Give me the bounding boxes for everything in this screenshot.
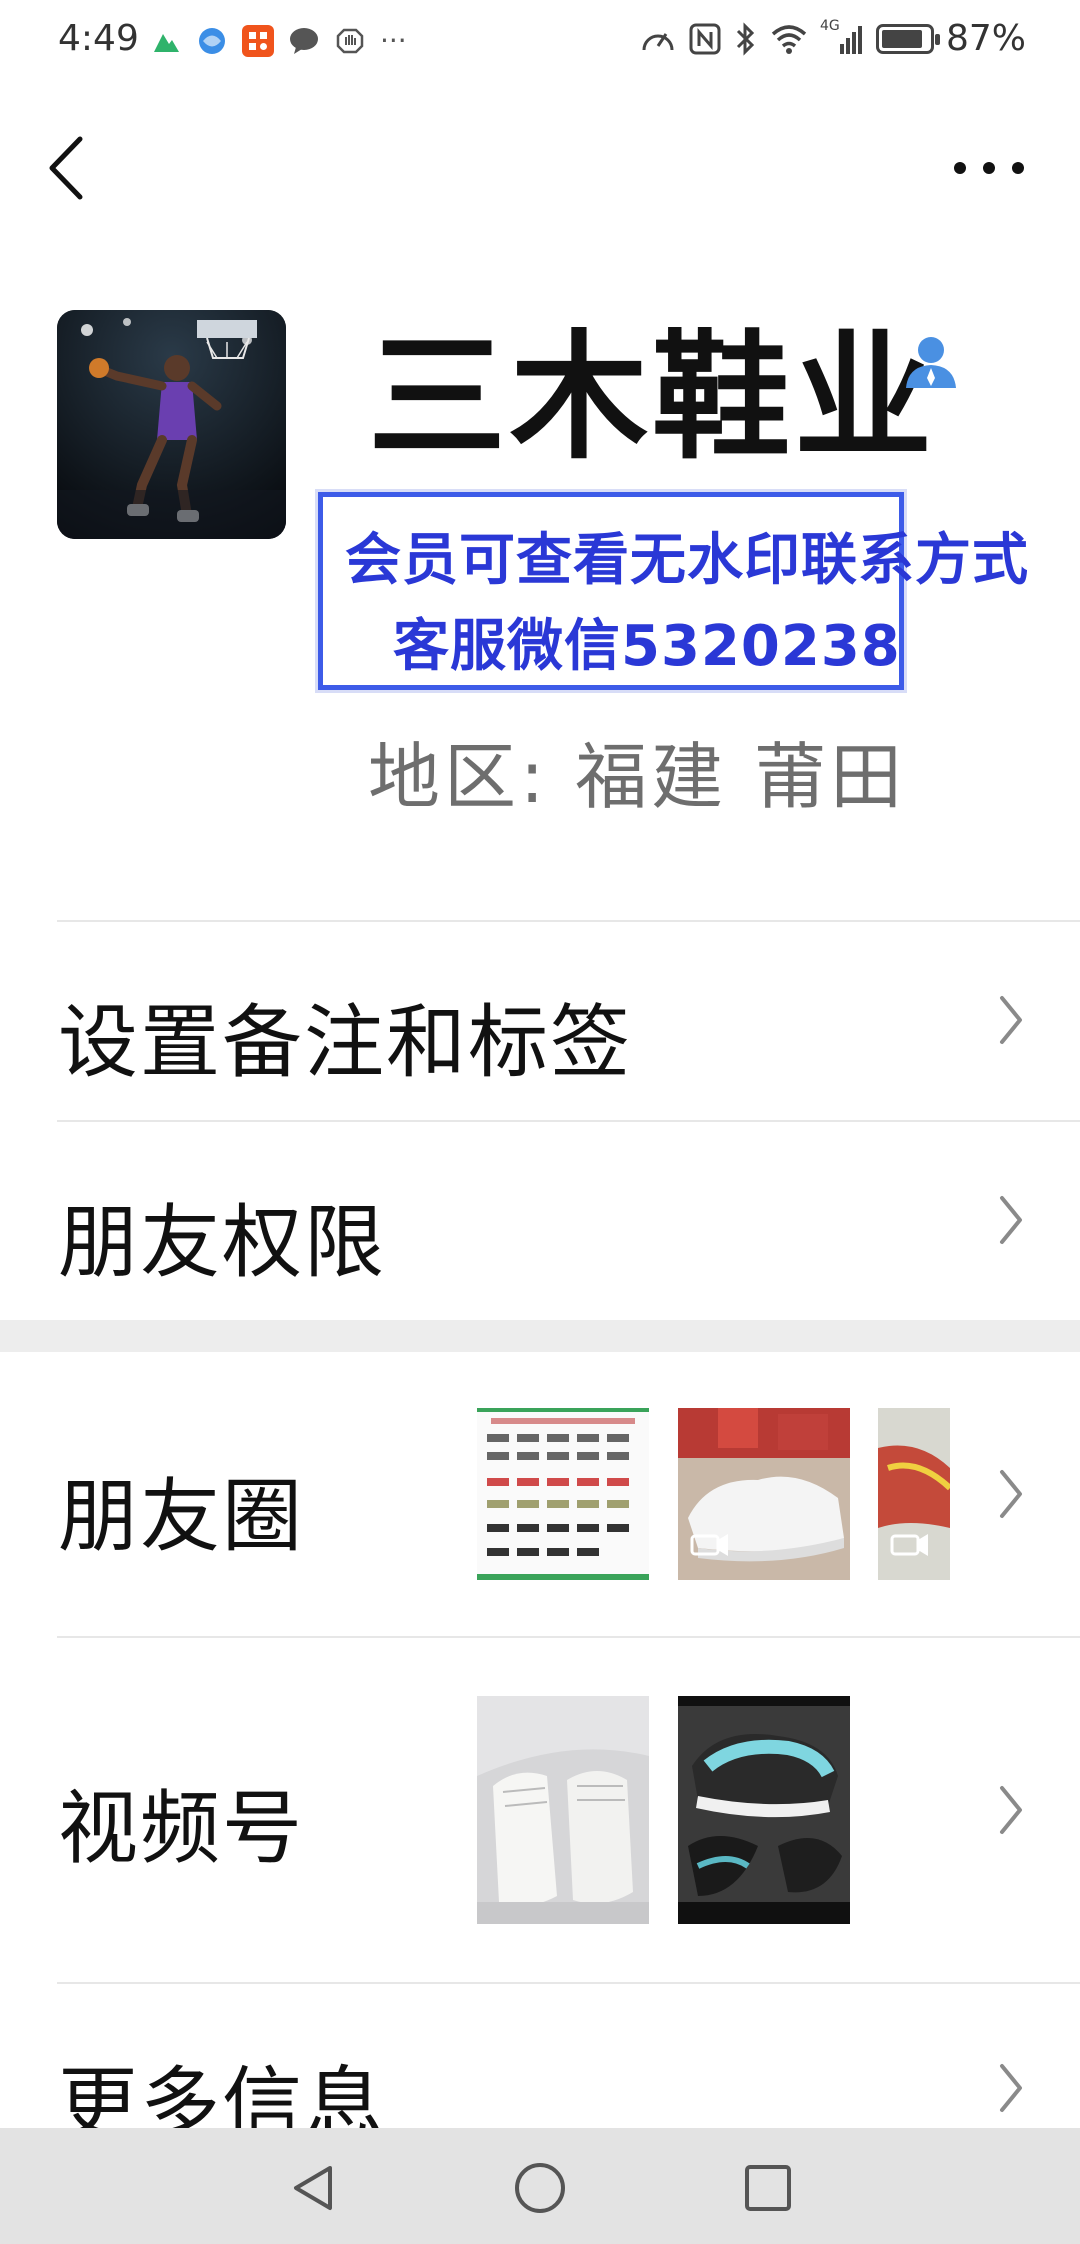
section-separator	[0, 1320, 1080, 1352]
more-info-label: 更多信息	[58, 2058, 386, 2128]
profile-name: 三木鞋业	[368, 317, 937, 478]
maps-icon	[150, 25, 182, 57]
nav-back-button[interactable]	[286, 2160, 342, 2216]
channels-label: 视频号	[58, 1782, 304, 1875]
remark-tags-label: 设置备注和标签	[58, 996, 632, 1089]
remark-tags-row[interactable]: 设置备注和标签	[0, 922, 1080, 1120]
more-notifications: ···	[380, 24, 407, 57]
contact-person-icon	[900, 330, 962, 392]
channels-row[interactable]: 视频号	[0, 1638, 1080, 1982]
moments-thumb-price-list	[477, 1408, 649, 1580]
friend-permissions-label: 朋友权限	[58, 1196, 386, 1289]
avatar[interactable]	[57, 310, 286, 539]
app-icon	[242, 24, 274, 57]
chevron-right-icon	[1000, 1786, 1022, 1834]
battery-percent: 87%	[945, 18, 1026, 59]
channels-thumb-white-sneakers	[477, 1696, 649, 1924]
nav-recents-button[interactable]	[740, 2160, 796, 2216]
chevron-right-icon	[1000, 1196, 1022, 1244]
chevron-left-icon	[49, 136, 83, 200]
system-navigation-bar	[0, 2128, 1080, 2244]
channels-thumb-blue-sneakers	[678, 1696, 850, 1924]
browser-icon	[196, 25, 228, 57]
friend-permissions-row[interactable]: 朋友权限	[0, 1122, 1080, 1320]
chevron-right-icon	[1000, 1470, 1022, 1518]
status-bar: 4:49 ··· 4G 87%	[0, 0, 1080, 84]
moments-thumb-sneaker-video	[678, 1408, 850, 1580]
more-info-row[interactable]: 更多信息	[0, 1984, 1080, 2128]
bluetooth-icon	[736, 21, 755, 56]
hand-icon	[334, 25, 366, 57]
battery-level	[881, 29, 922, 48]
moments-row[interactable]: 朋友圈	[0, 1352, 1080, 1636]
region-label: 地区: 福建 莆田	[368, 735, 907, 819]
battery-icon	[875, 23, 940, 54]
nfc-icon	[689, 23, 721, 54]
chevron-right-icon	[1000, 996, 1022, 1044]
chat-bubble-icon	[288, 25, 320, 57]
wifi-icon	[771, 24, 807, 54]
chevron-right-icon	[1000, 2064, 1022, 2112]
watermark-banner: 会员可查看无水印联系方式 客服微信5320238	[318, 492, 1028, 690]
more-options-button[interactable]	[954, 148, 1024, 188]
dot	[983, 162, 995, 174]
watermark-line2: 客服微信5320238	[393, 614, 901, 679]
watermark-line1: 会员可查看无水印联系方式	[345, 528, 1029, 593]
status-notification-icons: ···	[150, 24, 407, 57]
nav-home-button[interactable]	[512, 2160, 568, 2216]
moments-thumb-sneaker-video-2	[878, 1408, 950, 1580]
status-system-icons: 4G 87%	[640, 18, 1026, 59]
signal-icon: 4G	[820, 18, 864, 56]
dot	[1012, 162, 1024, 174]
dot	[954, 162, 966, 174]
back-button[interactable]	[46, 128, 106, 208]
status-time: 4:49	[58, 18, 139, 59]
moments-label: 朋友圈	[58, 1470, 304, 1563]
data-speed-icon	[642, 32, 674, 50]
